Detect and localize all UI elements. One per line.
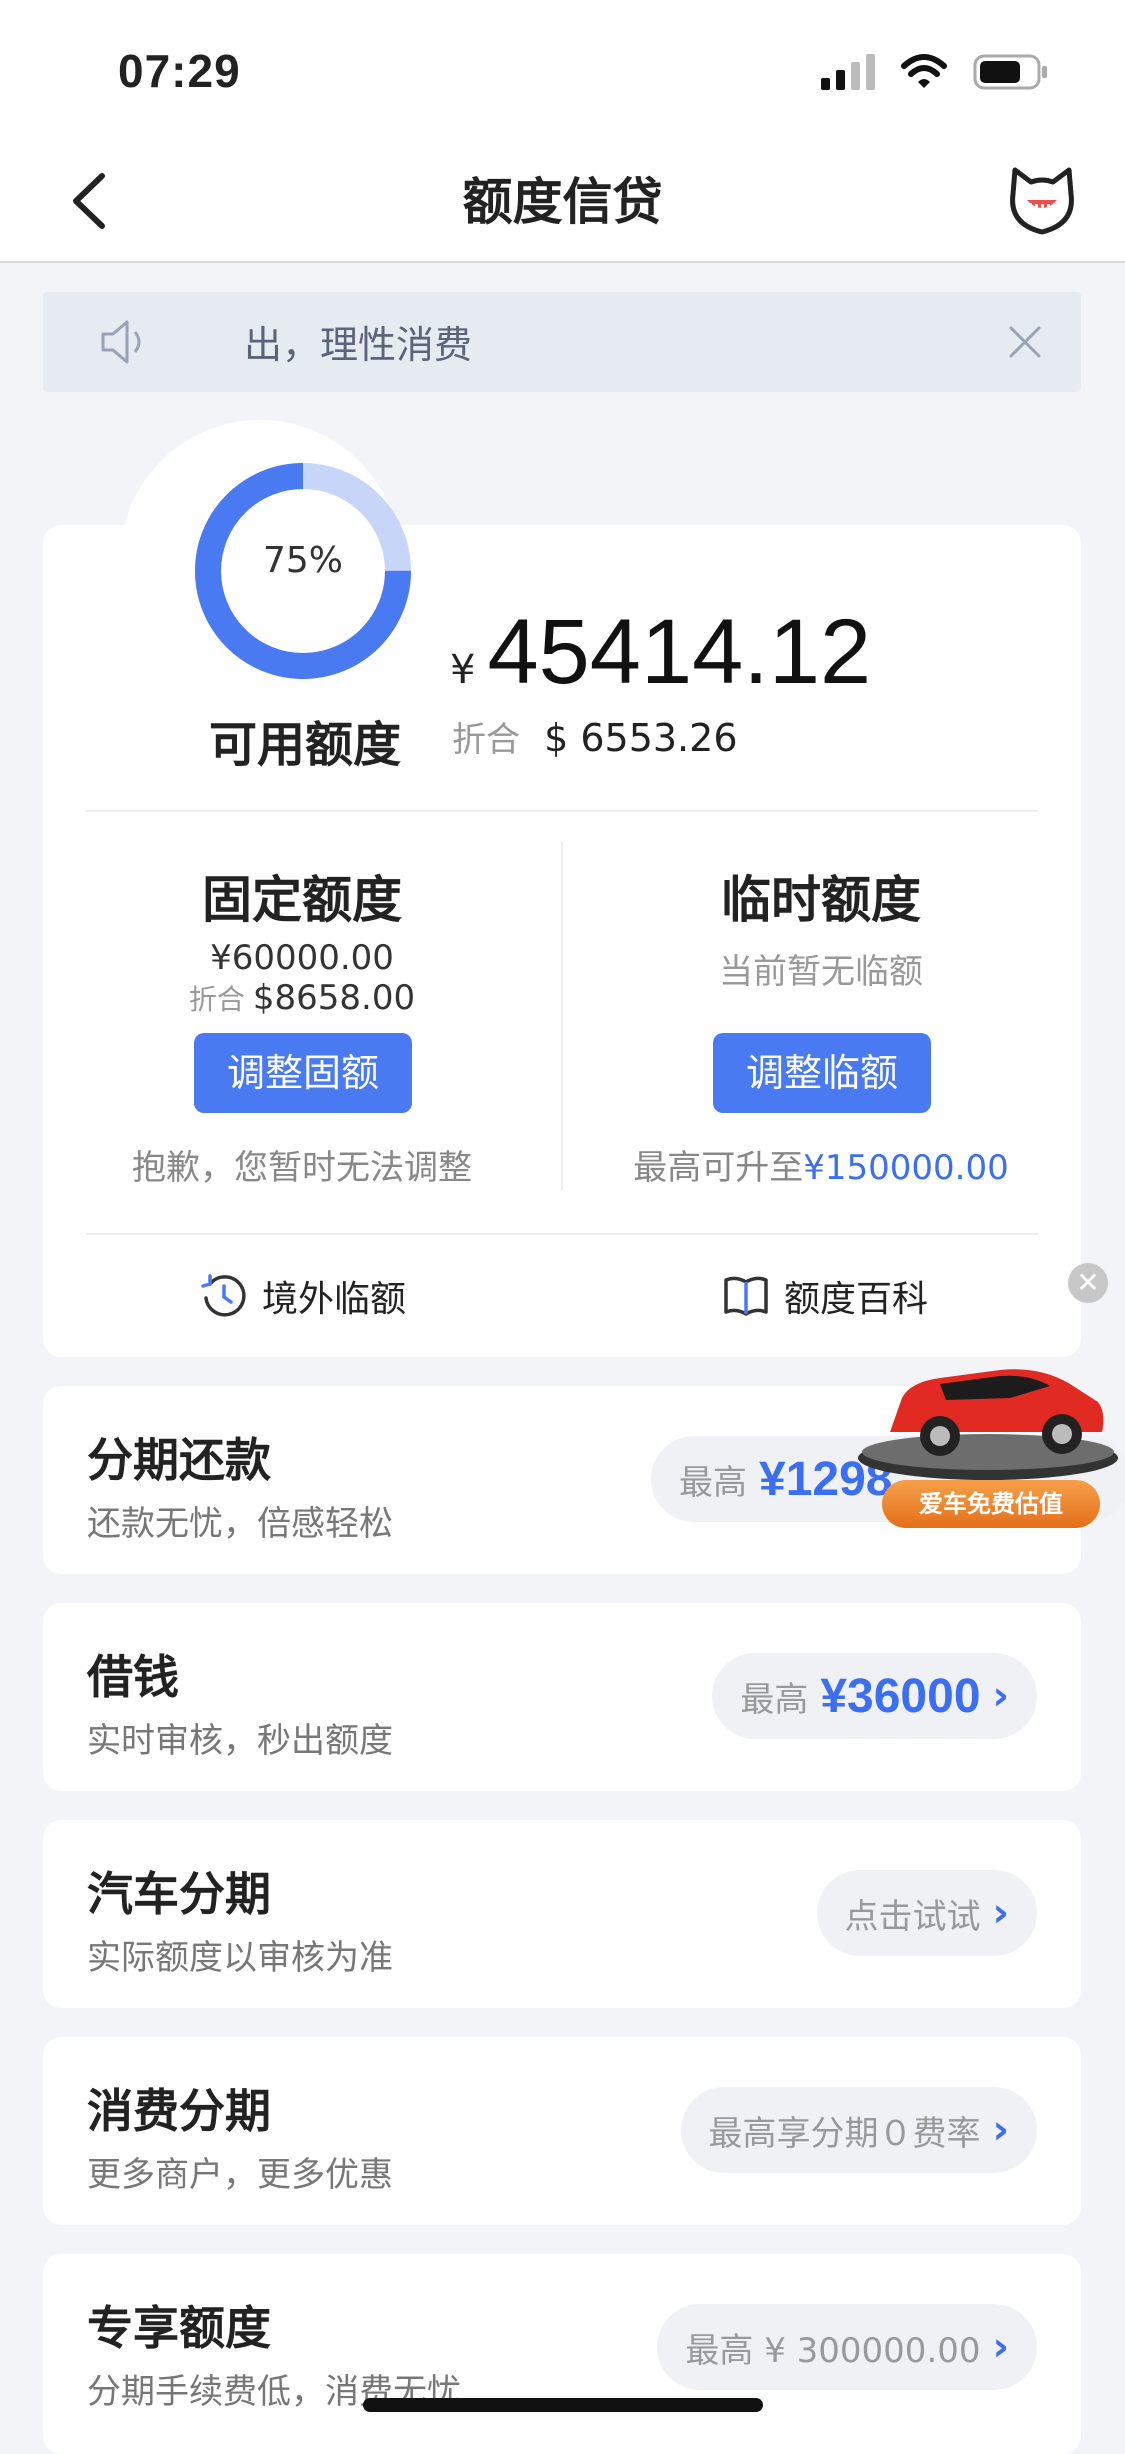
status-bar: 07:29 bbox=[0, 0, 1125, 140]
status-time: 07:29 bbox=[118, 45, 241, 97]
ring-percent-label: 75% bbox=[262, 540, 343, 581]
list-item[interactable]: 消费分期 更多商户，更多优惠 最高享分期０费率 › bbox=[43, 2037, 1081, 2225]
equiv-label: 折合 bbox=[452, 720, 520, 760]
home-indicator bbox=[363, 2398, 763, 2412]
adjust-fixed-button[interactable]: 调整固额 bbox=[194, 1033, 412, 1113]
pill-label: 最高 bbox=[679, 1462, 747, 1503]
equiv-amount: $8658.00 bbox=[252, 978, 416, 1018]
fixed-credit-amount: ¥60000.00 bbox=[210, 938, 394, 978]
row-action-pill[interactable]: 点击试试 › bbox=[816, 1870, 1037, 1956]
fixed-hint: 抱歉，您暂时无法调整 bbox=[132, 1148, 472, 1188]
notice-text: ﾠ出，理性消费 bbox=[209, 323, 472, 367]
available-label: 可用额度 bbox=[208, 717, 401, 773]
list-item[interactable]: 借钱 实时审核，秒出额度 最高 ¥36000 › bbox=[43, 1603, 1081, 1791]
status-icons bbox=[821, 52, 1049, 92]
close-icon[interactable] bbox=[1005, 322, 1045, 362]
credit-wiki-link[interactable]: 额度百科 bbox=[722, 1270, 928, 1322]
list-item[interactable]: 汽车分期 实际额度以审核为准 点击试试 › bbox=[43, 1820, 1081, 2008]
row-title: 专享额度 bbox=[87, 2301, 271, 2355]
row-subtitle: 实时审核，秒出额度 bbox=[87, 1721, 393, 1761]
temp-credit-status: 当前暂无临额 bbox=[719, 952, 923, 992]
chevron-right-icon: › bbox=[992, 2324, 1009, 2370]
credit-wiki-label: 额度百科 bbox=[784, 1279, 929, 1320]
signal-icon bbox=[821, 54, 875, 90]
pill-label: 最高 ¥ 300000.00 bbox=[685, 2330, 981, 2371]
chevron-right-icon: › bbox=[992, 1673, 1009, 1719]
fixed-credit-title: 固定额度 bbox=[202, 871, 402, 929]
chevron-right-icon: › bbox=[992, 1890, 1009, 1936]
row-title: 汽车分期 bbox=[87, 1867, 271, 1921]
pill-label: 点击试试 bbox=[844, 1896, 981, 1937]
currency-symbol: ¥ bbox=[450, 647, 476, 693]
divider bbox=[86, 1233, 1038, 1235]
page-title: 额度信贷 bbox=[462, 173, 663, 231]
divider bbox=[561, 842, 563, 1190]
chevron-right-icon: › bbox=[992, 2107, 1009, 2153]
speaker-icon bbox=[101, 320, 141, 364]
list-item[interactable]: 专享额度 分期手续费低，消费无忧 最高 ¥ 300000.00 › bbox=[43, 2254, 1081, 2454]
row-subtitle: 还款无忧，倍感轻松 bbox=[87, 1504, 393, 1544]
divider bbox=[86, 810, 1038, 812]
assistant-avatar-icon[interactable] bbox=[1005, 164, 1079, 238]
row-subtitle: 实际额度以审核为准 bbox=[87, 1938, 393, 1978]
fixed-credit-section: 固定额度 ¥60000.00 折合 $8658.00 bbox=[86, 860, 518, 1018]
equiv-amount: $ 6553.26 bbox=[544, 716, 738, 760]
car-ad-label: 爱车免费估值 bbox=[882, 1480, 1100, 1528]
car-icon bbox=[858, 1369, 1118, 1480]
temp-hint-amount: ¥150000.00 bbox=[803, 1148, 1009, 1188]
overseas-credit-link[interactable]: 境外临额 bbox=[200, 1270, 406, 1322]
notice-banner: ﾠ出，理性消费 bbox=[43, 292, 1081, 392]
row-title: 借钱 bbox=[87, 1650, 179, 1704]
row-title: 消费分期 bbox=[87, 2084, 271, 2138]
book-icon bbox=[724, 1276, 768, 1316]
temp-credit-section: 临时额度 当前暂无临额 bbox=[605, 860, 1037, 993]
row-subtitle: 更多商户，更多优惠 bbox=[87, 2155, 393, 2195]
temp-credit-title: 临时额度 bbox=[721, 871, 921, 929]
overseas-credit-label: 境外临额 bbox=[262, 1279, 407, 1320]
available-equiv: 折合 $ 6553.26 bbox=[452, 712, 738, 761]
nav-bar: 额度信贷 bbox=[0, 140, 1125, 263]
pill-label: 最高享分期０费率 bbox=[708, 2113, 981, 2154]
available-amount-value: 45414.12 bbox=[487, 601, 872, 703]
car-valuation-ad[interactable]: 爱车免费估值 bbox=[850, 1340, 1125, 1535]
temp-hint-prefix: 最高可升至 bbox=[633, 1148, 804, 1188]
pill-label: 最高 bbox=[740, 1679, 809, 1720]
row-action-pill[interactable]: 最高 ¥36000 › bbox=[712, 1653, 1037, 1739]
row-action-pill[interactable]: 最高享分期０费率 › bbox=[680, 2087, 1037, 2173]
equiv-label: 折合 bbox=[188, 983, 245, 1016]
pill-value: ¥36000 bbox=[820, 1669, 981, 1723]
temp-hint: 最高可升至¥150000.00 bbox=[605, 1140, 1037, 1189]
battery-icon bbox=[973, 54, 1047, 90]
fixed-credit-equiv: 折合 $8658.00 bbox=[86, 978, 518, 1018]
wifi-icon bbox=[901, 54, 947, 88]
row-title: 分期还款 bbox=[87, 1433, 271, 1487]
row-action-pill[interactable]: 最高 ¥ 300000.00 › bbox=[657, 2304, 1037, 2390]
clock-icon bbox=[201, 1274, 246, 1317]
available-amount: ¥ 45414.12 bbox=[450, 600, 871, 705]
ad-close-icon[interactable]: ✕ bbox=[1068, 1263, 1108, 1303]
adjust-temp-button[interactable]: 调整临额 bbox=[713, 1033, 931, 1113]
